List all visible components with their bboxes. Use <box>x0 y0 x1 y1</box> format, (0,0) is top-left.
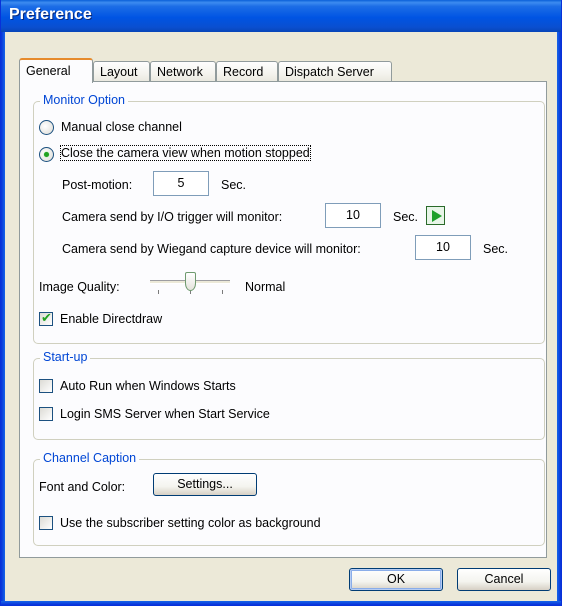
font-color-label: Font and Color: <box>39 480 126 494</box>
play-arrow-icon[interactable] <box>426 206 445 225</box>
tab-dispatch-server[interactable]: Dispatch Server <box>278 61 392 83</box>
close-on-motion-radio[interactable] <box>39 147 54 162</box>
image-quality-value: Normal <box>245 280 286 294</box>
wiegand-label: Camera send by Wiegand capture device wi… <box>62 242 361 256</box>
startup-title: Start-up <box>40 350 91 364</box>
io-trigger-unit: Sec. <box>393 210 419 224</box>
tab-layout[interactable]: Layout <box>93 61 150 83</box>
auto-run-checkbox[interactable] <box>39 379 53 393</box>
tab-general[interactable]: General <box>19 58 93 83</box>
image-quality-label: Image Quality: <box>39 280 120 294</box>
slider-tick <box>158 290 159 294</box>
slider-tick <box>222 290 223 294</box>
subscriber-color-label[interactable]: Use the subscriber setting color as back… <box>60 516 321 530</box>
wiegand-unit: Sec. <box>483 242 509 256</box>
settings-button[interactable]: Settings... <box>153 473 257 496</box>
subscriber-color-checkbox[interactable] <box>39 516 53 530</box>
manual-close-label[interactable]: Manual close channel <box>61 120 182 134</box>
window-title: Preference <box>9 6 92 23</box>
title-bar[interactable]: Preference <box>1 0 561 32</box>
manual-close-radio[interactable] <box>39 120 54 135</box>
login-sms-label[interactable]: Login SMS Server when Start Service <box>60 407 270 421</box>
close-on-motion-label[interactable]: Close the camera view when motion stoppe… <box>60 145 311 161</box>
cancel-button[interactable]: Cancel <box>457 568 551 591</box>
login-sms-checkbox[interactable] <box>39 407 53 421</box>
channel-caption-group: Channel Caption Font and Color: Settings… <box>33 451 545 546</box>
monitor-option-title: Monitor Option <box>40 93 128 107</box>
post-motion-input[interactable]: 5 <box>153 171 209 196</box>
auto-run-label[interactable]: Auto Run when Windows Starts <box>60 379 236 393</box>
startup-group: Start-up Auto Run when Windows Starts Lo… <box>33 350 545 440</box>
wiegand-input[interactable]: 10 <box>415 235 471 260</box>
tab-record[interactable]: Record <box>216 61 278 83</box>
tab-panel-general: Monitor Option Manual close channel Clos… <box>19 81 547 558</box>
window-frame-left <box>1 32 5 605</box>
channel-caption-title: Channel Caption <box>40 451 140 465</box>
directdraw-label[interactable]: Enable Directdraw <box>60 312 162 326</box>
window-frame-right <box>557 32 561 605</box>
slider-thumb[interactable] <box>184 272 196 291</box>
post-motion-unit: Sec. <box>221 178 247 192</box>
tab-network[interactable]: Network <box>150 61 216 83</box>
ok-button[interactable]: OK <box>349 568 443 591</box>
post-motion-label: Post-motion: <box>62 178 133 192</box>
directdraw-checkbox[interactable] <box>39 310 53 326</box>
io-trigger-input[interactable]: 10 <box>325 203 381 228</box>
image-quality-slider[interactable] <box>150 268 230 298</box>
preference-window: Preference General Layout Network Record… <box>0 0 562 606</box>
monitor-option-group: Monitor Option Manual close channel Clos… <box>33 93 545 344</box>
io-trigger-label: Camera send by I/O trigger will monitor: <box>62 210 283 224</box>
window-frame-bottom <box>1 601 561 605</box>
